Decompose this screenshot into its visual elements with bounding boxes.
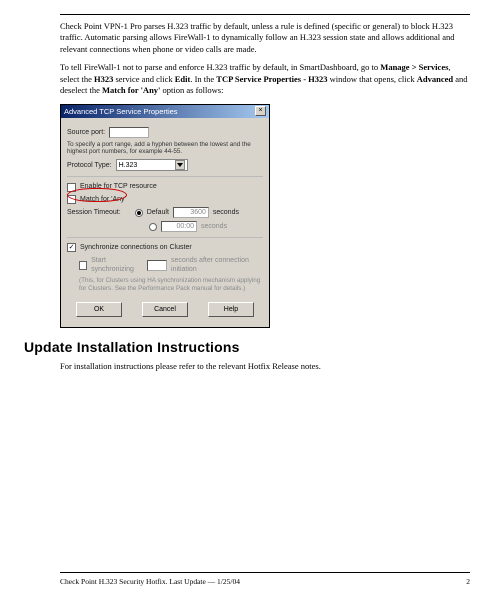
session-timeout-label: Session Timeout: <box>67 208 121 217</box>
match-any-checkbox[interactable] <box>67 195 76 204</box>
source-port-row: Source port: <box>67 127 263 138</box>
timeout-default-value: 3600 <box>173 207 209 218</box>
page-footer: Check Point H.323 Security Hotfix. Last … <box>60 572 470 587</box>
match-any-label: Match for 'Any' <box>80 195 126 204</box>
protocol-type-label: Protocol Type: <box>67 161 112 170</box>
source-port-input[interactable] <box>109 127 149 138</box>
protocol-type-row: Protocol Type: H.323 <box>67 159 263 171</box>
section-heading-update-install: Update Installation Instructions <box>24 338 470 357</box>
bold-match-any: Match for 'Any' <box>102 85 160 95</box>
delayed-sync-checkbox <box>79 261 87 270</box>
delayed-sync-suffix: seconds after connection initiation <box>171 256 263 275</box>
port-range-hint: To specify a port range, add a hyphen be… <box>67 141 263 155</box>
paragraph-intro: Check Point VPN-1 Pro parses H.323 traff… <box>60 21 470 55</box>
page-number: 2 <box>466 577 470 587</box>
timeout-unit-2: seconds <box>201 222 227 231</box>
txt: window that opens, click <box>328 74 417 84</box>
body-text-block: Check Point VPN-1 Pro parses H.323 traff… <box>60 21 470 97</box>
delayed-sync-note: (This, for Clusters using HA synchroniza… <box>67 277 263 291</box>
sync-cluster-row: ✓ Synchronize connections on Cluster <box>67 243 263 252</box>
separator <box>67 176 263 177</box>
dialog-body: Source port: To specify a port range, ad… <box>61 118 269 327</box>
bold-h323: H323 <box>94 74 113 84</box>
bold-advanced: Advanced <box>417 74 453 84</box>
delayed-sync-label: Start synchronizing <box>91 256 143 275</box>
session-timeout-row-2: 00:00 seconds <box>67 221 263 232</box>
footer-left: Check Point H.323 Security Hotfix. Last … <box>60 577 240 587</box>
bottom-horizontal-rule <box>60 572 470 573</box>
cancel-button[interactable]: Cancel <box>142 302 188 317</box>
ok-button[interactable]: OK <box>76 302 122 317</box>
enable-tcp-checkbox[interactable] <box>67 183 76 192</box>
txt: To tell FireWall-1 not to parse and enfo… <box>60 62 380 72</box>
protocol-type-value: H.323 <box>119 161 138 170</box>
separator-2 <box>67 237 263 238</box>
enable-tcp-row: Enable for TCP resource <box>67 182 263 191</box>
delayed-sync-row: Start synchronizing seconds after connec… <box>67 256 263 275</box>
top-horizontal-rule <box>60 14 470 15</box>
timeout-other-value: 00:00 <box>161 221 197 232</box>
sync-cluster-label: Synchronize connections on Cluster <box>80 243 192 252</box>
timeout-mode-label: Default <box>147 208 169 217</box>
help-button[interactable]: Help <box>208 302 254 317</box>
txt: service and click <box>113 74 174 84</box>
bold-edit: Edit <box>175 74 191 84</box>
chevron-down-icon <box>175 160 185 170</box>
dialog-button-bar: OK Cancel Help <box>67 296 263 323</box>
source-port-label: Source port: <box>67 128 105 137</box>
session-timeout-row: Session Timeout: Default 3600 seconds <box>67 207 263 218</box>
install-text-block: For installation instructions please ref… <box>60 361 470 372</box>
radio-other-icon[interactable] <box>149 223 157 231</box>
bold-manage-services: Manage > Services <box>380 62 448 72</box>
dialog-title: Advanced TCP Service Properties <box>64 105 178 118</box>
sync-cluster-checkbox[interactable]: ✓ <box>67 243 76 252</box>
radio-default-icon[interactable] <box>135 209 143 217</box>
dialog-advanced-tcp-service-properties: Advanced TCP Service Properties × Source… <box>60 104 270 328</box>
match-any-row: Match for 'Any' <box>67 195 263 204</box>
paragraph-instructions: To tell FireWall-1 not to parse and enfo… <box>60 62 470 96</box>
delayed-sync-value <box>147 260 167 271</box>
protocol-type-select[interactable]: H.323 <box>116 159 188 171</box>
dialog-titlebar: Advanced TCP Service Properties × <box>61 105 269 118</box>
timeout-unit-1: seconds <box>213 208 239 217</box>
bold-tcp-props: TCP Service Properties - H323 <box>216 74 327 84</box>
txt: option as follows: <box>160 85 223 95</box>
close-icon[interactable]: × <box>255 106 266 116</box>
enable-tcp-label: Enable for TCP resource <box>80 182 157 191</box>
txt: . In the <box>190 74 216 84</box>
install-instructions-text: For installation instructions please ref… <box>60 361 470 372</box>
